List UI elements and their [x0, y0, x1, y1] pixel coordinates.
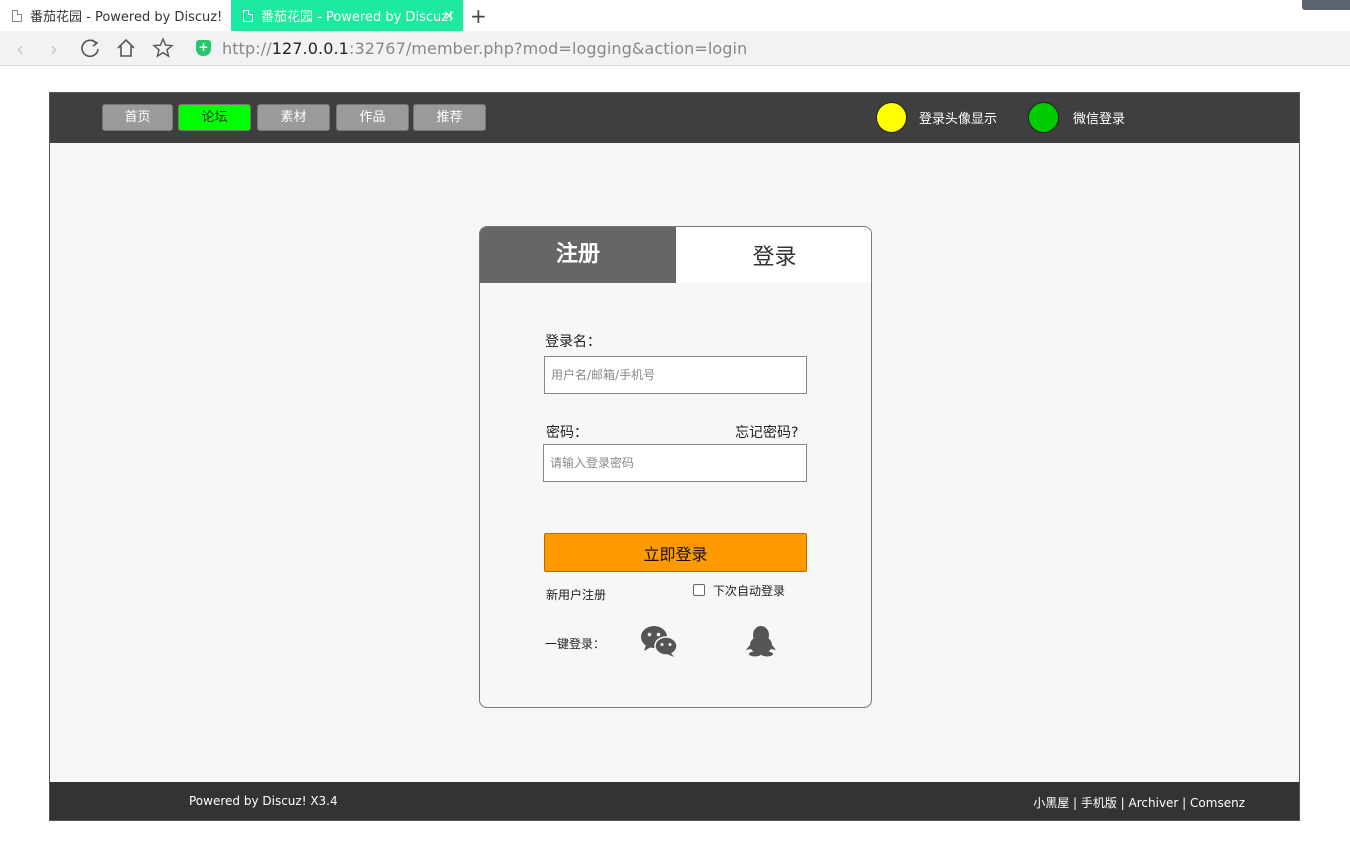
nav-item-recommend[interactable]: 推荐: [413, 104, 486, 131]
username-input[interactable]: [544, 356, 807, 394]
home-icon[interactable]: [114, 37, 138, 64]
username-label: 登录名：: [545, 334, 601, 350]
login-card: 注册 登录 登录名： 密码： 忘记密码? 立即登录 新用户注册 下次自动登录 一…: [479, 226, 872, 708]
reload-icon[interactable]: [78, 37, 102, 64]
auto-login-checkbox[interactable]: [693, 584, 705, 596]
login-button[interactable]: 立即登录: [544, 533, 807, 572]
close-icon[interactable]: ×: [443, 8, 455, 24]
forgot-password-link[interactable]: 忘记密码?: [735, 422, 798, 442]
password-input[interactable]: [543, 444, 807, 482]
document-icon: [12, 9, 22, 22]
footer-powered-by: Powered by Discuz! X3.4: [189, 794, 338, 808]
nav-item-materials[interactable]: 素材: [257, 104, 330, 131]
star-icon[interactable]: [151, 37, 175, 64]
password-label: 密码：: [546, 425, 588, 441]
tab-register[interactable]: 注册: [480, 227, 676, 283]
card-tabs: 注册 登录: [480, 227, 871, 283]
browser-tab-inactive[interactable]: 番茄花园 - Powered by Discuz!: [12, 0, 230, 31]
wechat-login-dot[interactable]: [1028, 102, 1059, 133]
avatar-display-dot[interactable]: [876, 102, 907, 133]
nav-item-works[interactable]: 作品: [336, 104, 409, 131]
tab-title: 番茄花园 - Powered by Discuz!: [261, 10, 454, 25]
browser-tabbar: 番茄花园 - Powered by Discuz! 番茄花园 - Powered…: [0, 0, 1350, 31]
tab-login[interactable]: 登录: [676, 227, 871, 283]
footer: Powered by Discuz! X3.4 小黑屋 | 手机版 | Arch…: [50, 782, 1299, 820]
document-icon: [243, 9, 253, 22]
auto-login-label: 下次自动登录: [713, 584, 786, 598]
top-nav: 首页 论坛 素材 作品 推荐 登录头像显示 微信登录: [50, 93, 1299, 143]
address-bar: ‹ › + http://127.0.0.1:32767/member.php?…: [0, 31, 1350, 66]
new-tab-icon[interactable]: +: [470, 4, 487, 28]
footer-links[interactable]: 小黑屋 | 手机版 | Archiver | Comsenz: [1033, 794, 1245, 811]
new-user-register-link[interactable]: 新用户注册: [546, 586, 606, 603]
browser-tab-active[interactable]: 番茄花园 - Powered by Discuz! ×: [231, 0, 463, 31]
nav-item-forum[interactable]: 论坛: [178, 104, 251, 131]
wechat-login-label[interactable]: 微信登录: [1073, 108, 1125, 127]
window-widget: [1302, 0, 1350, 10]
url-field[interactable]: http://127.0.0.1:32767/member.php?mod=lo…: [222, 39, 747, 58]
avatar-display-label[interactable]: 登录头像显示: [919, 108, 997, 127]
shield-icon: +: [196, 40, 211, 56]
qq-icon[interactable]: [746, 625, 776, 657]
nav-item-home[interactable]: 首页: [102, 104, 173, 131]
quick-login-label: 一键登录：: [545, 637, 606, 651]
page: 首页 论坛 素材 作品 推荐 登录头像显示 微信登录 注册 登录 登录名： 密码…: [49, 92, 1300, 821]
back-icon[interactable]: ‹: [8, 37, 32, 61]
forward-icon[interactable]: ›: [42, 37, 66, 61]
tab-title: 番茄花园 - Powered by Discuz!: [30, 10, 223, 25]
wechat-icon[interactable]: [640, 625, 678, 657]
